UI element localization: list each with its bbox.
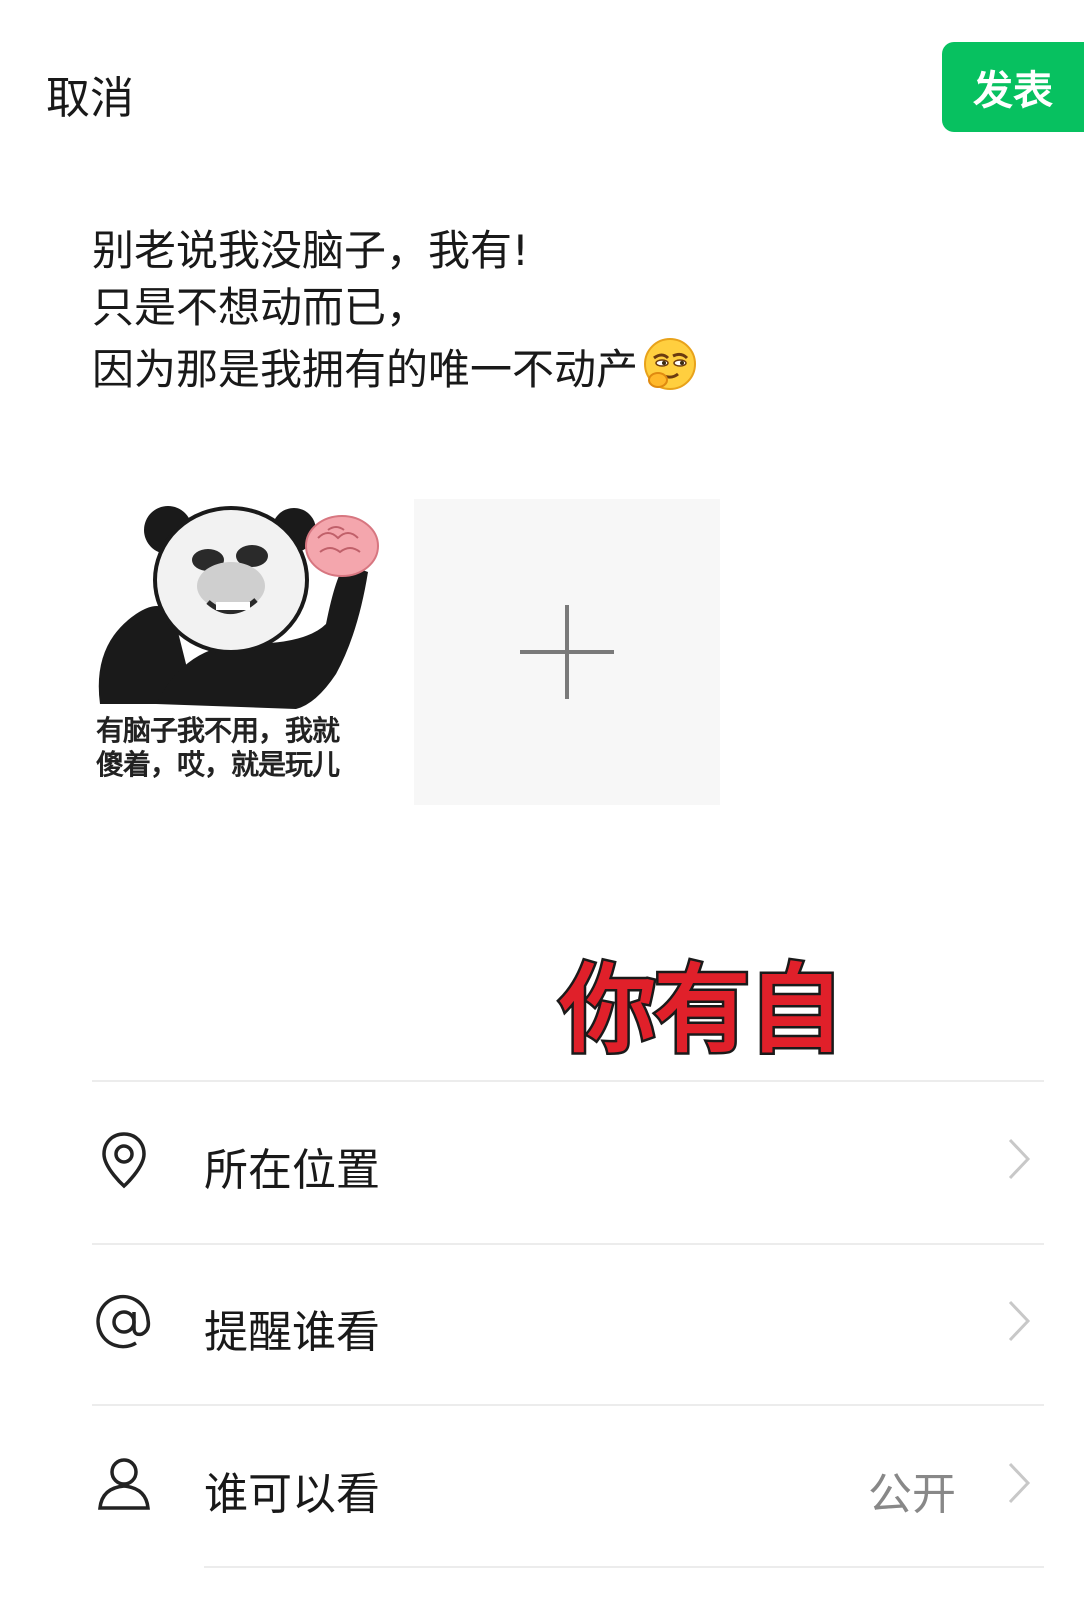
- publish-button[interactable]: 发表: [942, 42, 1084, 132]
- divider: [92, 1404, 1044, 1406]
- divider: [92, 1243, 1044, 1245]
- chevron-right-icon: [1008, 1138, 1031, 1180]
- chevron-right-icon: [1008, 1462, 1031, 1504]
- post-line-3-text: 因为那是我拥有的唯一不动产: [92, 345, 639, 394]
- chevron-right-icon: [1008, 1300, 1031, 1342]
- post-line-1: 别老说我没脑子，我有!: [92, 226, 529, 275]
- smirk-thinking-emoji-icon: [644, 338, 697, 390]
- panda-meme-icon: [98, 506, 379, 709]
- meme-caption: 有脑子我不用，我就 傻着，哎，就是玩儿: [96, 714, 340, 781]
- option-label: 提醒谁看: [204, 1307, 380, 1358]
- divider: [92, 1080, 1044, 1082]
- cancel-button[interactable]: 取消: [46, 62, 134, 126]
- divider: [204, 1566, 1044, 1568]
- option-visibility[interactable]: 谁可以看 公开: [92, 1414, 1044, 1554]
- meme-image[interactable]: 有脑子我不用，我就 傻着，哎，就是玩儿: [96, 494, 388, 790]
- option-remind[interactable]: 提醒谁看: [92, 1252, 1044, 1392]
- person-icon: [98, 1458, 150, 1510]
- option-label: 谁可以看: [204, 1469, 380, 1520]
- add-media-button[interactable]: [414, 499, 720, 805]
- option-label: 所在位置: [204, 1145, 380, 1196]
- option-value: 公开: [868, 1469, 956, 1520]
- location-pin-icon: [102, 1132, 146, 1189]
- option-location[interactable]: 所在位置: [92, 1090, 1044, 1230]
- overlay-caption: 你有自: [558, 952, 847, 1069]
- at-sign-icon: [96, 1294, 151, 1349]
- post-line-2: 只是不想动而已，: [92, 283, 429, 332]
- post-line-3: 因为那是我拥有的唯一不动产: [92, 336, 698, 398]
- post-text[interactable]: 别老说我没脑子，我有! 只是不想动而已， 因为那是我拥有的唯一不动产: [92, 222, 698, 398]
